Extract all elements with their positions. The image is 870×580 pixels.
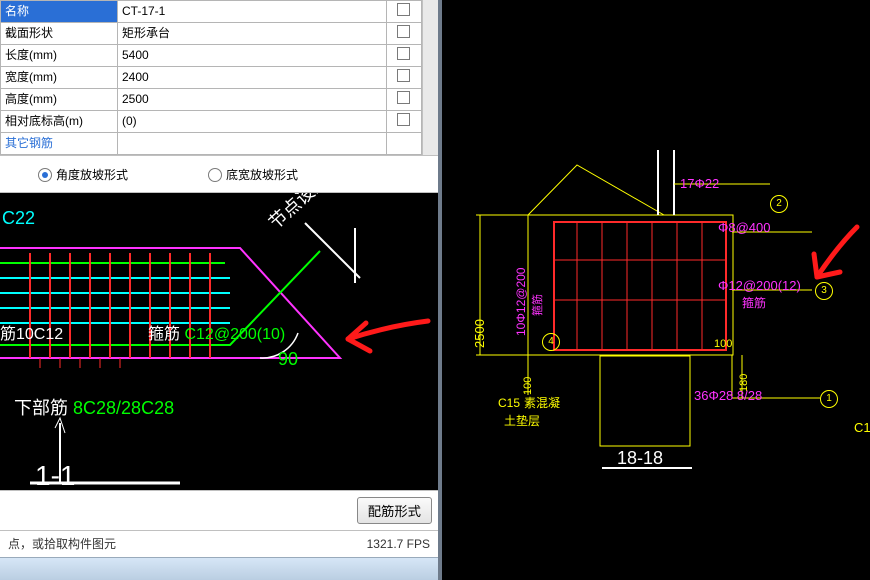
app-root: 名称 CT-17-1 截面形状 矩形承台 长度(mm) 5400 宽度(mm) … [0,0,870,580]
left-drawing-canvas[interactable]: C22 节点设置 筋10C12 箍筋 C12@200(10) 90 下部筋 8C… [0,193,438,489]
label-stirrup-vert: 箍筋 [532,294,545,316]
value-angle[interactable]: 90 [278,349,298,371]
value-spec1: Φ8@400 [718,220,771,236]
radio-row: 角度放坡形式 底宽放坡形式 [0,155,438,193]
prop-value[interactable]: CT-17-1 [118,1,387,23]
left-pane: 名称 CT-17-1 截面形状 矩形承台 长度(mm) 5400 宽度(mm) … [0,0,442,580]
label-stirrup[interactable]: 箍筋 [148,326,180,343]
table-row[interactable]: 其它钢筋 [1,133,422,155]
prop-check[interactable] [386,1,421,23]
value-bottom-spec[interactable]: 8C28/28C28 [73,398,174,418]
radio-label: 角度放坡形式 [56,168,128,182]
value-dim-100b: 100 [522,377,535,395]
label-bottom-rebar: 下部筋 [14,398,68,418]
table-row[interactable]: 长度(mm) 5400 [1,45,422,67]
footer-bar: 配筋形式 [0,490,438,530]
radio-bottom-width-slope[interactable]: 底宽放坡形式 [208,168,298,182]
radio-label: 底宽放坡形式 [226,168,298,182]
value-top-rebar: 17Φ22 [680,176,719,192]
table-row[interactable]: 名称 CT-17-1 [1,1,422,23]
label-top-rebar: C22 [2,208,35,230]
value-stirrup-spec[interactable]: C12@200(10) [184,326,285,343]
bubble-1: 1 [820,390,838,408]
label-c1: C1 [854,420,870,436]
value-bottom-rebar: 36Φ28 8/28 [694,388,762,404]
properties-table: 名称 CT-17-1 截面形状 矩形承台 长度(mm) 5400 宽度(mm) … [0,0,422,155]
rebar-form-button[interactable]: 配筋形式 [357,497,432,524]
status-fps: 1321.7 FPS [367,537,430,551]
bubble-3: 3 [815,282,833,300]
bubble-4: 4 [542,333,560,351]
value-spec2: Φ12@200(12) [718,278,801,294]
value-vert-spec: 10Φ12@200 [514,268,528,336]
radio-angle-slope[interactable]: 角度放坡形式 [38,168,128,182]
table-scrollbar[interactable] [422,0,438,155]
label-rebar: 筋10C12 [0,326,63,343]
section-label: 1-1 [35,459,75,489]
bubble-2: 2 [770,195,788,213]
table-row[interactable]: 高度(mm) 2500 [1,89,422,111]
label-c15: C15 [498,396,520,410]
label-stirrup-right: 箍筋 [742,296,766,310]
radio-dot-icon [38,168,52,182]
prop-key: 名称 [1,1,118,23]
label-c15c: 土垫层 [504,414,540,428]
status-bar: 点，或拾取构件图元 1321.7 FPS [0,530,438,557]
table-row[interactable]: 相对底标高(m) (0) [1,111,422,133]
taskbar-stub [0,557,438,580]
table-row[interactable]: 宽度(mm) 2400 [1,67,422,89]
radio-dot-icon [208,168,222,182]
value-height: 2500 [472,319,488,348]
status-hint: 点，或拾取构件图元 [8,537,116,551]
value-dim-100: 100 [714,338,732,351]
section-label-right: 18-18 [617,448,663,470]
right-drawing-canvas[interactable]: 17Φ22 Φ8@400 Φ12@200(12) 10Φ12@200 箍筋 箍筋… [442,0,870,580]
table-row[interactable]: 截面形状 矩形承台 [1,23,422,45]
label-c15b: 素混凝 [524,396,560,410]
